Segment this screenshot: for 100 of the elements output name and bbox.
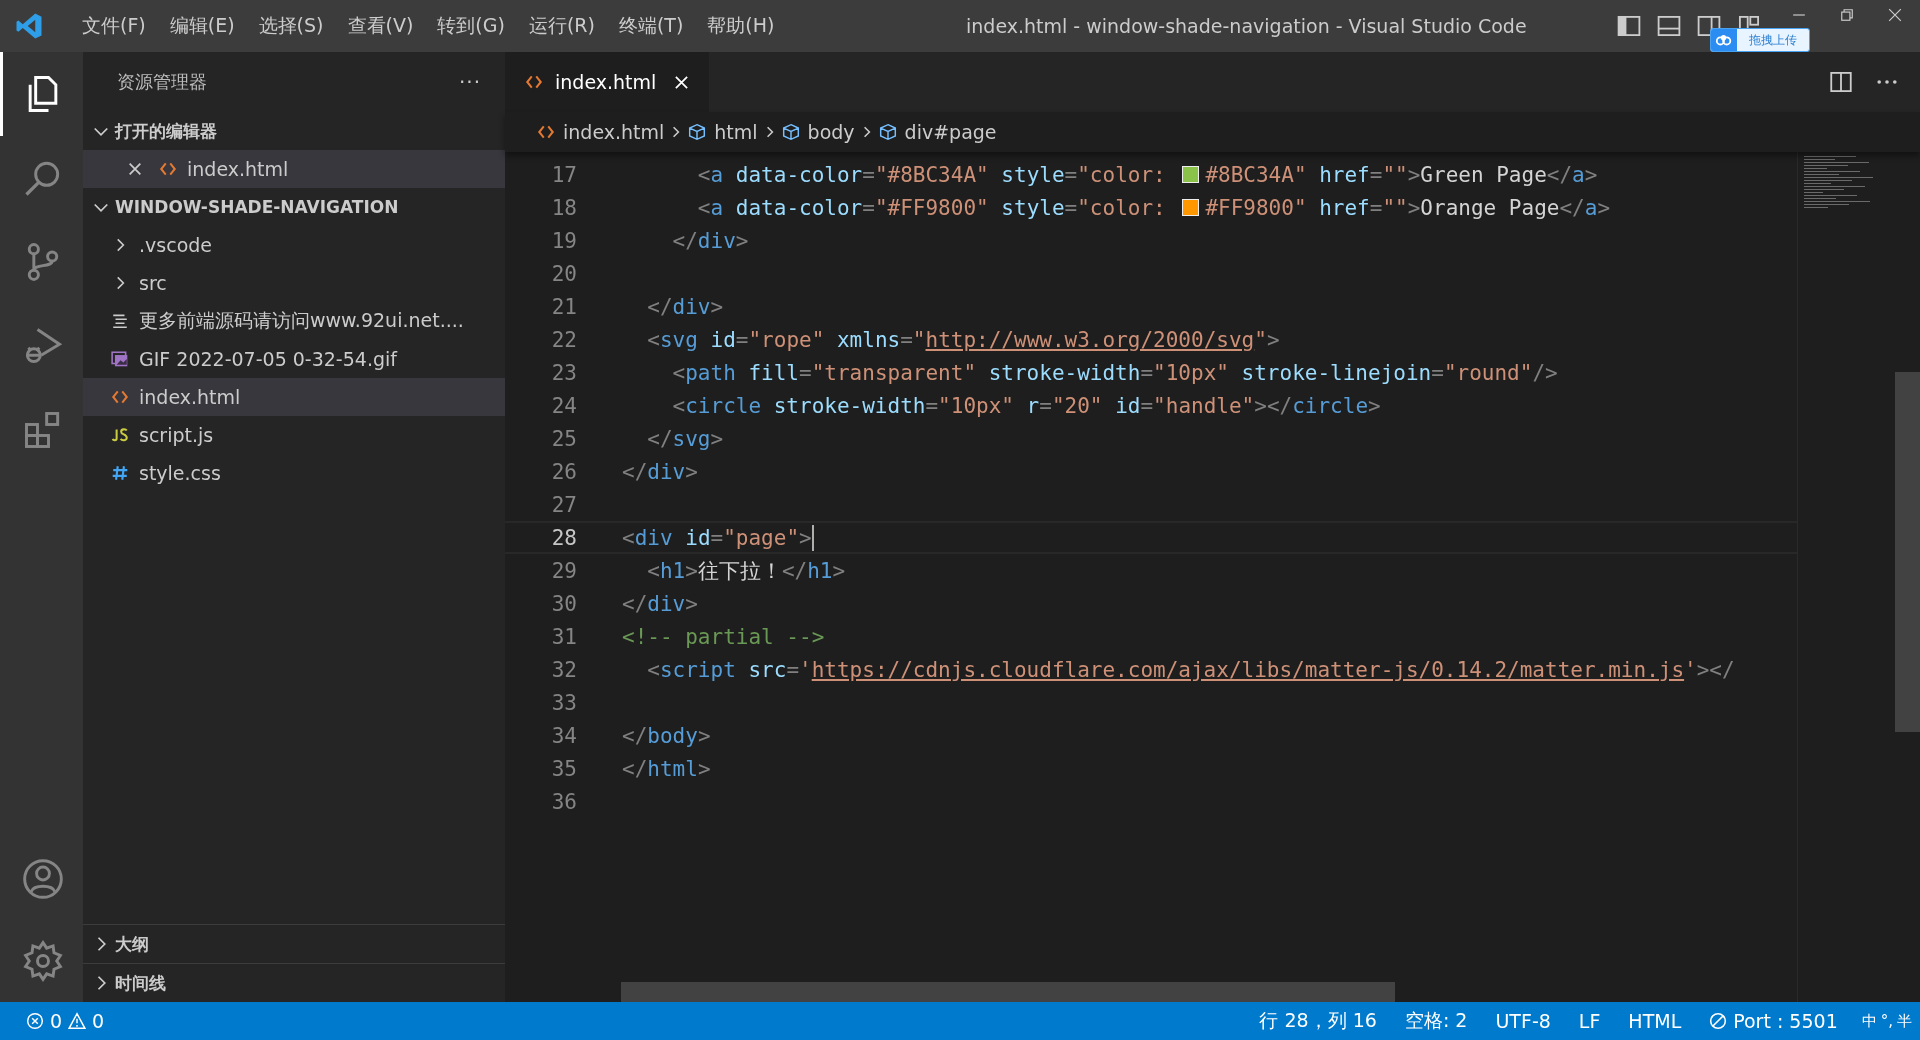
close-icon[interactable] <box>1888 8 1902 22</box>
error-count: 0 <box>50 1010 63 1032</box>
warning-icon <box>68 1012 87 1030</box>
editor-tab[interactable]: index.html <box>505 52 710 112</box>
menu-item[interactable]: 文件(F) <box>70 13 158 39</box>
code-brackets-icon <box>159 160 177 178</box>
code-text: <div id="page"> <box>622 525 812 550</box>
file-name: GIF 2022-07-05 0-32-54.gif <box>139 348 397 370</box>
settings-icon[interactable] <box>21 939 65 983</box>
status-item[interactable]: HTML <box>1614 1010 1696 1032</box>
line-number: 36 <box>550 789 578 814</box>
account-icon[interactable] <box>21 857 65 901</box>
line-number: 26 <box>550 459 578 484</box>
line-number: 31 <box>550 624 578 649</box>
menu-item[interactable]: 选择(S) <box>246 13 336 39</box>
tree-item[interactable]: GIF 2022-07-05 0-32-54.gif <box>83 340 505 378</box>
color-swatch[interactable] <box>1182 199 1200 216</box>
section-header[interactable]: 大纲 <box>83 924 505 963</box>
code-text: <path fill="transparent" stroke-width="10px" stroke-linejoin="round"/> <box>671 360 1558 385</box>
code-text: </div> <box>622 459 698 484</box>
status-item[interactable]: 空格: 2 <box>1390 1008 1482 1034</box>
code-text: <svg id="rope" xmlns="http://www.w3.org/2000/svg"> <box>646 327 1280 352</box>
line-number: 32 <box>550 657 578 682</box>
section-header[interactable]: 打开的编辑器 <box>83 112 505 150</box>
status-item[interactable]: Port : 5501 <box>1695 1010 1852 1032</box>
code-text: <circle stroke-width="10px" r="20" id="handle"></circle> <box>671 393 1381 418</box>
menu-item[interactable]: 终端(T) <box>606 13 696 39</box>
cloud-icon <box>1711 29 1737 51</box>
menu-item[interactable]: 帮助(H) <box>695 13 787 39</box>
window-title: index.html - window-shade-navigation - Visual Studio Code <box>966 15 1527 37</box>
section-title: WINDOW-SHADE-NAVIGATION <box>115 197 399 217</box>
tree-item[interactable]: .vscode <box>83 226 505 264</box>
status-item[interactable]: 行 28，列 16 <box>1245 1008 1391 1034</box>
code-text: </div> <box>646 294 724 319</box>
cube-icon <box>878 123 897 141</box>
line-number: 18 <box>550 195 578 220</box>
split-editor-icon[interactable] <box>1828 69 1854 95</box>
line-number: 35 <box>550 756 578 781</box>
tree-item[interactable]: 更多前端源码请访问www.92ui.net.... <box>83 302 505 340</box>
hash-icon <box>111 464 129 482</box>
sidebar-title: 资源管理器 <box>117 70 207 94</box>
tree-item[interactable]: src <box>83 264 505 302</box>
file-name: src <box>139 272 167 294</box>
more-actions-button[interactable]: ··· <box>458 70 481 94</box>
cube-icon <box>781 123 800 141</box>
file-name: script.js <box>139 424 214 446</box>
status-item[interactable]: UTF-8 <box>1481 1010 1565 1032</box>
breadcrumb-item[interactable]: div#page <box>878 121 997 143</box>
breadcrumb-item[interactable]: body <box>781 121 855 143</box>
file-name: index.html <box>187 158 289 180</box>
problems-indicator[interactable]: 0 0 <box>0 1010 119 1032</box>
menu-item[interactable]: 运行(R) <box>516 13 607 39</box>
code-text: </svg> <box>646 426 724 451</box>
close-icon[interactable] <box>127 161 143 177</box>
line-number: 27 <box>550 492 578 517</box>
vscode-logo-icon <box>14 11 44 41</box>
input-method-indicator[interactable]: 中 <box>1861 1011 1877 1031</box>
code-text: #FF9800" href="">Orange Page</a> <box>1205 195 1611 220</box>
breadcrumb-item[interactable]: index.html <box>537 121 665 143</box>
color-swatch[interactable] <box>1182 166 1200 183</box>
file-name: 更多前端源码请访问www.92ui.net.... <box>139 308 464 333</box>
tree-item[interactable]: style.css <box>83 454 505 492</box>
line-number: 22 <box>550 327 578 352</box>
line-number: 30 <box>550 591 578 616</box>
breadcrumb-item[interactable]: html <box>688 121 758 143</box>
line-number: 19 <box>550 228 578 253</box>
code-text: </div> <box>622 591 698 616</box>
code-brackets-icon <box>537 123 555 141</box>
input-method-indicator[interactable]: °, <box>1880 1011 1893 1031</box>
line-number: 34 <box>550 723 578 748</box>
file-name: style.css <box>139 462 221 484</box>
code-text: <script src='https://cdnjs.cloudflare.com/ajax/libs/matter-js/0.14.2/matter.min.js'></ <box>646 657 1735 682</box>
code-text: </html> <box>622 756 711 781</box>
section-title: 打开的编辑器 <box>115 119 217 143</box>
restore-icon[interactable] <box>1840 8 1854 22</box>
scrollbar-thumb[interactable] <box>1895 372 1920 732</box>
menu-item[interactable]: 转到(G) <box>425 13 517 39</box>
tree-item[interactable]: script.js <box>83 416 505 454</box>
section-header[interactable]: WINDOW-SHADE-NAVIGATION <box>83 188 505 226</box>
menu-item[interactable]: 查看(V) <box>335 13 426 39</box>
toggle-panel-icon[interactable] <box>1656 13 1682 39</box>
toggle-sidebar-icon[interactable] <box>1616 13 1642 39</box>
line-number: 23 <box>550 360 578 385</box>
code-text: <a data-color="#FF9800" style="color: <box>696 195 1167 220</box>
status-item[interactable]: LF <box>1564 1010 1615 1032</box>
code-text: <a data-color="#8BC34A" style="color: <box>696 162 1167 187</box>
horizontal-scrollbar-thumb[interactable] <box>621 982 1395 1002</box>
upload-toast[interactable]: 拖拽上传 <box>1710 28 1810 52</box>
code-text: </body> <box>622 723 711 748</box>
open-editor-item[interactable]: index.html <box>83 150 505 188</box>
tree-item[interactable]: index.html <box>83 378 505 416</box>
line-number: 29 <box>550 558 578 583</box>
text-lines-icon <box>111 312 129 330</box>
cube-icon <box>688 123 707 141</box>
input-method-indicator[interactable]: 半 <box>1897 1011 1912 1031</box>
code-text: #8BC34A" href="">Green Page</a> <box>1205 162 1598 187</box>
menu-item[interactable]: 编辑(E) <box>157 13 247 39</box>
upload-label: 拖拽上传 <box>1748 31 1798 49</box>
line-number: 21 <box>550 294 578 319</box>
file-name: .vscode <box>139 234 212 256</box>
